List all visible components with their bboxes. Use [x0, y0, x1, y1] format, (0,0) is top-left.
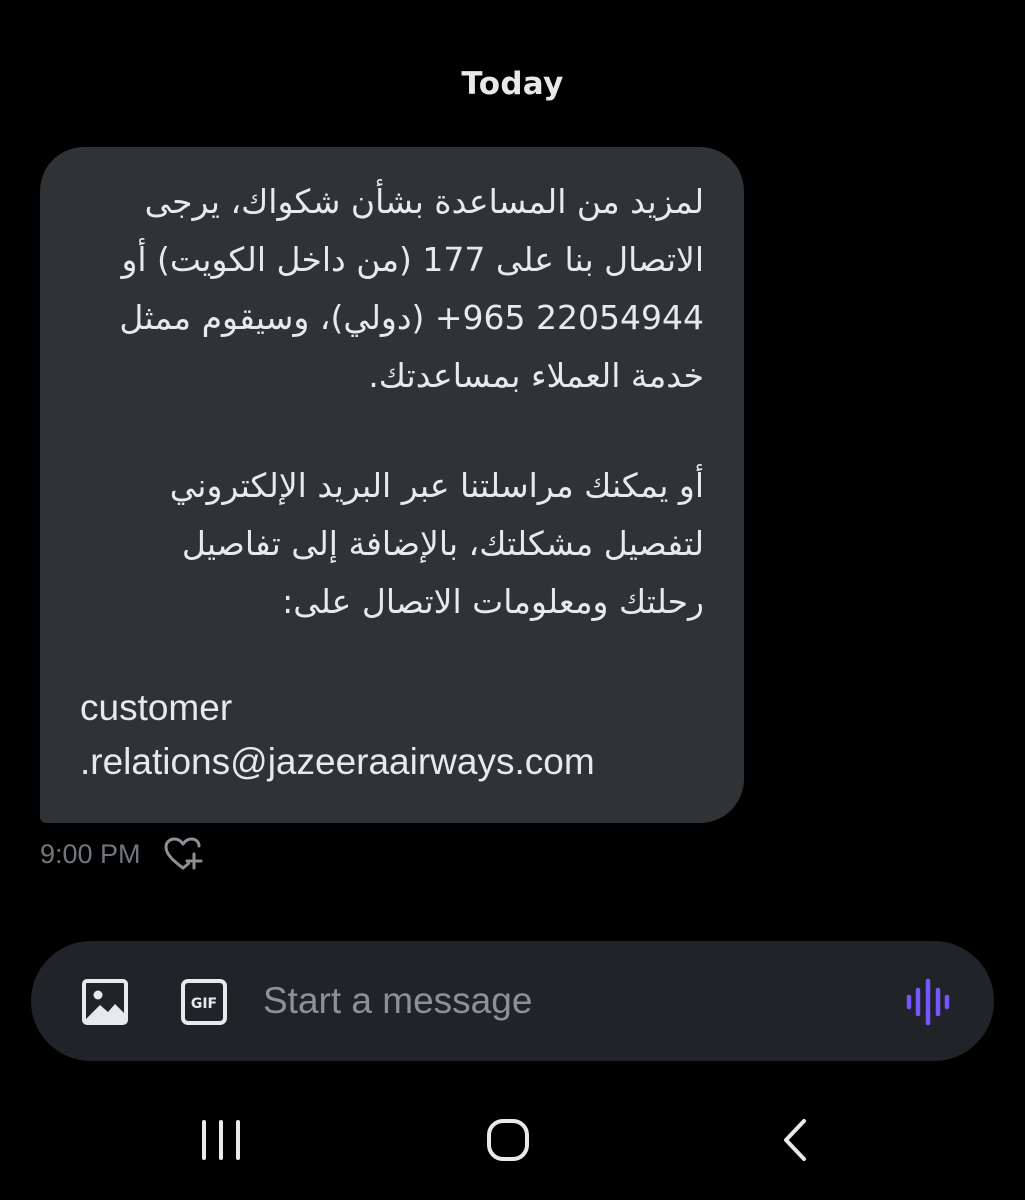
message-text-line: أو يمكنك مراسلتنا عبر البريد الإلكتروني — [169, 466, 704, 505]
message-timestamp: 9:00 PM — [40, 838, 141, 869]
image-icon[interactable] — [81, 978, 129, 1026]
date-separator: Today — [461, 66, 564, 102]
email-line[interactable]: .relations@jazeeraairways.com — [80, 735, 704, 789]
email-line[interactable]: customer — [80, 681, 704, 735]
message-composer: GIF — [31, 941, 994, 1061]
message-input[interactable] — [263, 971, 863, 1031]
home-icon[interactable] — [482, 1115, 534, 1165]
message-text-line: 22054944 965+ (دولي)، وسيقوم ممثل — [119, 298, 704, 337]
message-bubble[interactable]: لمزيد من المساعدة بشأن شكواك، يرجى الاتص… — [40, 147, 744, 823]
message-text-line: رحلتك ومعلومات الاتصال على: — [282, 582, 704, 621]
recent-apps-icon[interactable] — [195, 1115, 247, 1165]
voice-waveform-icon[interactable] — [903, 977, 953, 1027]
message-text-line: خدمة العملاء بمساعدتك. — [368, 356, 704, 395]
message-text-line: لمزيد من المساعدة بشأن شكواك، يرجى — [144, 182, 704, 221]
heart-plus-icon[interactable] — [163, 836, 203, 872]
back-icon[interactable] — [776, 1115, 816, 1165]
gif-icon[interactable]: GIF — [180, 978, 228, 1026]
message-text-line: لتفصيل مشكلتك، بالإضافة إلى تفاصيل — [181, 524, 704, 563]
message-text-line: الاتصال بنا على 177 (من داخل الكويت) أو — [121, 240, 704, 279]
message-meta: 9:00 PM — [40, 836, 203, 872]
svg-text:GIF: GIF — [191, 996, 217, 1012]
system-navigation-bar — [0, 1100, 1025, 1180]
